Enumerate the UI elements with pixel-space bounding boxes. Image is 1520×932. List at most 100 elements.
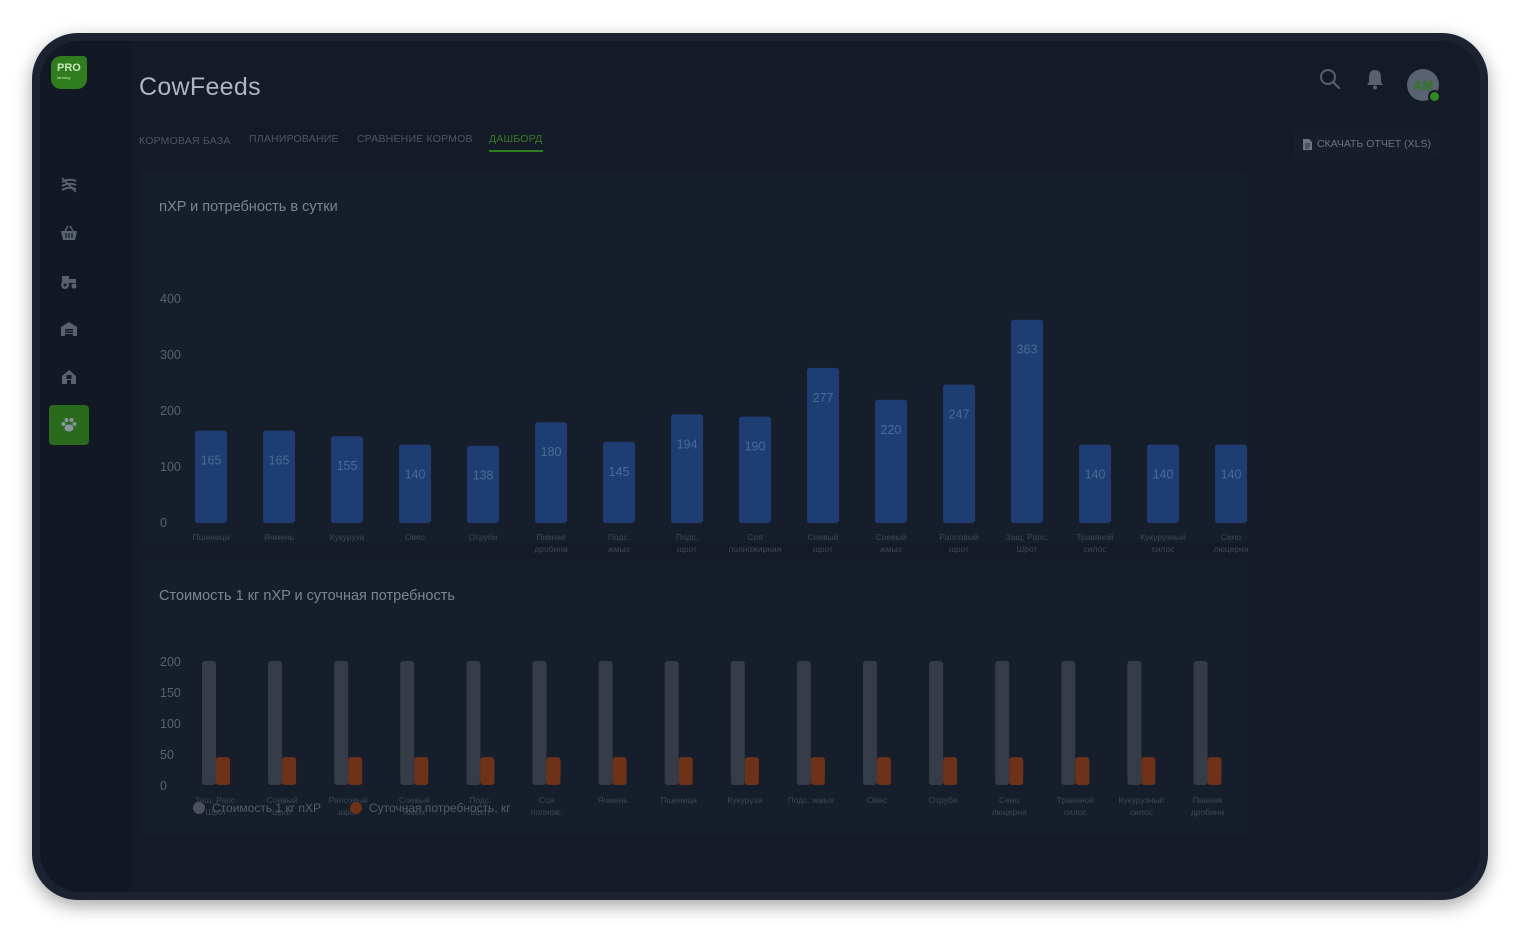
x-category-label: шрот — [949, 544, 969, 554]
x-category-label: полнож. — [531, 807, 562, 817]
cost-bar[interactable] — [995, 661, 1010, 785]
daily-need-bar[interactable] — [810, 757, 825, 785]
x-category-label: Соя — [747, 532, 763, 542]
app-logo[interactable]: PRO farming — [51, 56, 87, 89]
daily-need-bar[interactable] — [943, 757, 958, 785]
sidebar-item-tractor[interactable] — [49, 261, 89, 301]
nxp-bar[interactable] — [1079, 444, 1111, 523]
x-category-label: Подс. — [608, 532, 630, 542]
nxp-bar-value-label: 165 — [201, 454, 222, 468]
cost-bar[interactable] — [863, 661, 877, 785]
paw-icon — [61, 418, 77, 432]
nxp-bar[interactable] — [263, 430, 295, 523]
cost-bar[interactable] — [1193, 661, 1208, 785]
y-tick-label: 200 — [160, 404, 181, 418]
x-category-label: Пивная — [536, 532, 566, 542]
sidebar-item-livestock[interactable] — [49, 405, 89, 445]
sidebar-item-barn[interactable] — [49, 309, 89, 349]
user-avatar[interactable]: AM — [1407, 69, 1441, 103]
tractor-icon — [61, 276, 77, 289]
daily-need-bar[interactable] — [612, 757, 627, 785]
daily-need-bar[interactable] — [414, 757, 429, 785]
nxp-bar[interactable] — [739, 416, 771, 523]
daily-need-bar[interactable] — [216, 757, 230, 785]
x-category-label: Отруби — [468, 532, 497, 542]
daily-need-bar[interactable] — [546, 757, 561, 785]
search-icon[interactable] — [1318, 67, 1342, 91]
cost-bar[interactable] — [400, 661, 415, 785]
daily-need-bar[interactable] — [1009, 757, 1024, 785]
daily-need-bar[interactable] — [744, 757, 759, 785]
nxp-chart-card: nXP и потребность в сутки 0 100 200 300 400 1… — [140, 171, 1249, 554]
x-category-label: силос — [1130, 807, 1154, 817]
y-tick-label: 100 — [160, 460, 181, 474]
legend-item-cost[interactable]: Стоимость 1 кг nXP — [193, 801, 321, 815]
nxp-bar[interactable] — [1215, 444, 1247, 523]
tab-feed-base[interactable]: КОРМОВАЯ БАЗА — [139, 135, 231, 147]
nxp-bar[interactable] — [331, 436, 363, 523]
daily-need-bar[interactable] — [678, 757, 693, 785]
cost-bar[interactable] — [1061, 661, 1076, 785]
x-category-label: Сено — [1221, 532, 1242, 542]
cost-bar[interactable] — [929, 661, 944, 785]
daily-need-bar[interactable] — [1207, 757, 1222, 785]
daily-need-bar[interactable] — [480, 757, 495, 785]
x-category-label: Отруби — [929, 795, 958, 805]
x-category-label: шрот — [677, 544, 697, 554]
basket-icon — [61, 225, 77, 240]
x-category-label: полножирная — [729, 544, 782, 554]
nxp-bar-value-label: 220 — [881, 423, 902, 437]
device-frame: PRO farming CowFeeds КОРМОВАЯ БАЗА ПЛАНИ… — [32, 33, 1488, 900]
daily-need-bar[interactable] — [877, 757, 891, 785]
cost-bar[interactable] — [796, 661, 811, 785]
nxp-bar-value-label: 138 — [473, 469, 494, 483]
nxp-bar-value-label: 140 — [405, 468, 426, 482]
tab-feed-comparison[interactable]: СРАВНЕНИЕ КОРМОВ — [357, 133, 473, 145]
sidebar: PRO farming — [40, 41, 132, 892]
nxp-bar-value-label: 194 — [677, 437, 698, 451]
cost-bar[interactable] — [466, 661, 481, 785]
cost-bar[interactable] — [202, 661, 216, 785]
sidebar-item-farm-building[interactable] — [49, 357, 89, 397]
x-category-label: люцерна — [1214, 544, 1249, 554]
daily-need-bar[interactable] — [282, 757, 297, 785]
nxp-bar[interactable] — [671, 414, 703, 523]
cost-bar[interactable] — [598, 661, 613, 785]
cost-bar[interactable] — [1127, 661, 1142, 785]
nxp-bar[interactable] — [1147, 444, 1179, 523]
nxp-bar[interactable] — [467, 445, 499, 523]
legend-item-daily-need[interactable]: Суточная потребность, кг — [350, 801, 511, 815]
daily-need-bar[interactable] — [1141, 757, 1156, 785]
app-screen: PRO farming CowFeeds КОРМОВАЯ БАЗА ПЛАНИ… — [40, 41, 1480, 892]
cost-bar[interactable] — [532, 661, 547, 785]
nxp-bar[interactable] — [943, 384, 975, 523]
nxp-bar[interactable] — [195, 430, 227, 523]
bell-icon[interactable] — [1363, 67, 1387, 91]
sidebar-item-fields[interactable] — [49, 165, 89, 205]
tab-dashboard[interactable]: ДАШБОРД — [489, 133, 543, 152]
nxp-bar[interactable] — [603, 441, 635, 523]
x-category-label: Кукуруза — [330, 532, 365, 542]
nxp-bar[interactable] — [875, 399, 907, 523]
x-category-label: Пивная — [1193, 795, 1223, 805]
cost-bar[interactable] — [268, 661, 283, 785]
nxp-bar[interactable] — [535, 422, 567, 523]
sidebar-item-basket[interactable] — [49, 213, 89, 253]
nxp-bar-chart: 0 100 200 300 400 165 Пшеница 165 Ячмень 155 Кукур… — [160, 292, 1249, 554]
download-report-button[interactable]: СКАЧАТЬ ОТЧЕТ (XLS) — [1294, 129, 1440, 159]
tab-planning[interactable]: ПЛАНИРОВАНИЕ — [249, 133, 339, 145]
legend-label-cost: Стоимость 1 кг nXP — [212, 801, 322, 815]
nxp-bar[interactable] — [399, 444, 431, 523]
daily-need-bar[interactable] — [348, 757, 363, 785]
download-report-label: СКАЧАТЬ ОТЧЕТ (XLS) — [1316, 138, 1432, 150]
x-category-label: Кукурузный — [1140, 532, 1186, 542]
cost-bar[interactable] — [334, 661, 349, 785]
x-category-label: Овес — [867, 795, 888, 805]
x-category-label: силос — [1151, 544, 1175, 554]
cost-bar[interactable] — [664, 661, 679, 785]
daily-need-bar[interactable] — [1075, 757, 1090, 785]
cost-bar[interactable] — [730, 661, 745, 785]
farm-building-icon — [62, 370, 76, 384]
app-title: CowFeeds — [139, 73, 261, 101]
x-category-label: Овес — [405, 532, 426, 542]
